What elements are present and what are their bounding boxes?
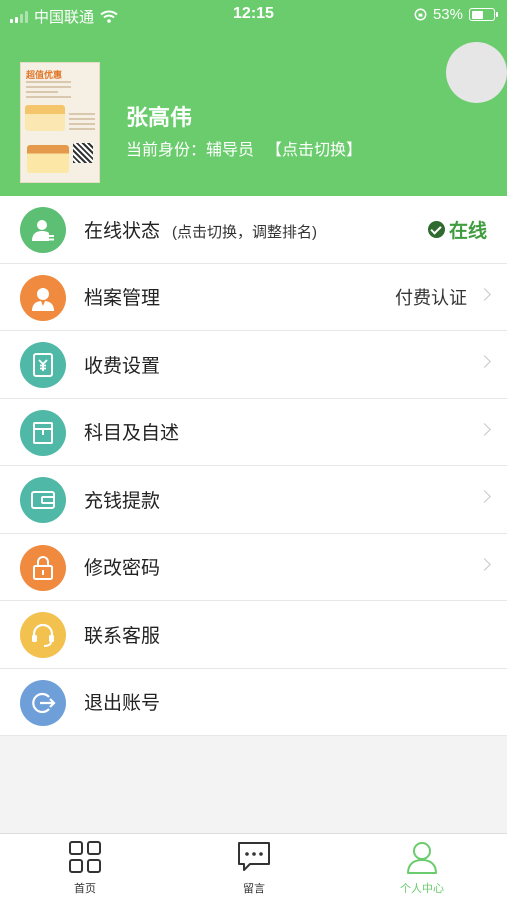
user-name: 张高伟 (126, 105, 193, 130)
tab-home[interactable]: 首页 (35, 840, 135, 896)
profile-file-icon (20, 274, 66, 321)
menu-label: 科目及自述 (84, 423, 180, 445)
online-status-toggle[interactable]: 在线 (427, 216, 487, 243)
user-role-row: 当前身份：辅导员 【点击切换】 (126, 136, 362, 160)
switch-role-button[interactable]: 【点击切换】 (266, 136, 362, 160)
menu-item-wallet[interactable]: 充钱提款 (0, 466, 507, 534)
menu-item-logout[interactable]: 退出账号 (0, 669, 507, 736)
menu-hint: (点击切换，调整排名) (172, 223, 318, 241)
battery-percent: 53% (432, 6, 463, 23)
menu-item-change-password[interactable]: 修改密码 (0, 534, 507, 601)
chevron-right-icon (478, 422, 491, 436)
role-label: 当前身份： (126, 142, 207, 159)
tab-messages[interactable]: 留言 (204, 840, 304, 896)
settings-menu: 在线状态 (点击切换，调整排名) 在线 档案管理 付费认证 收费设置 科目及自述… (0, 196, 507, 736)
orientation-lock-icon (414, 8, 427, 21)
poster-title: 超值优惠 (26, 70, 63, 80)
check-circle-icon (427, 220, 445, 238)
subject-book-icon (20, 409, 66, 456)
battery-icon (469, 8, 498, 21)
headset-icon (20, 612, 66, 658)
lock-icon (20, 544, 66, 591)
qr-code-icon (73, 143, 93, 163)
paid-certification-label: 付费认证 (395, 287, 467, 308)
message-bubble-icon (238, 842, 270, 871)
chevron-right-icon (478, 287, 491, 301)
chevron-right-icon (478, 490, 491, 503)
menu-label: 充钱提款 (84, 490, 161, 512)
tab-label: 留言 (243, 883, 265, 895)
menu-item-profile-management[interactable]: 档案管理 付费认证 (0, 264, 507, 331)
tab-label: 首页 (74, 883, 96, 895)
online-status-text: 在线 (448, 220, 487, 242)
role-value: 辅导员 (206, 142, 255, 159)
status-bar: 中国联通 12:15 53% (0, 0, 507, 30)
menu-label: 在线状态 (84, 220, 161, 242)
promo-poster-image[interactable]: 超值优惠 (20, 62, 100, 183)
logout-icon (20, 679, 66, 726)
person-icon (407, 842, 437, 874)
grid-home-icon (69, 841, 101, 873)
tab-profile[interactable]: 个人中心 (372, 840, 472, 896)
menu-item-customer-service[interactable]: 联系客服 (0, 601, 507, 669)
menu-label: 收费设置 (84, 355, 161, 377)
menu-label: 修改密码 (84, 558, 161, 580)
menu-item-subjects[interactable]: 科目及自述 (0, 399, 507, 466)
profile-header: 中国联通 12:15 53% 超值优惠 张高伟 当前身份：辅导员 【点击切换】 (0, 0, 507, 196)
fee-settings-icon (20, 342, 66, 388)
tab-label: 个人中心 (400, 883, 444, 895)
chevron-right-icon (478, 355, 491, 368)
menu-label: 联系客服 (84, 625, 161, 647)
chevron-right-icon (478, 557, 491, 571)
bottom-tab-bar: 首页 留言 个人中心 (0, 833, 507, 900)
avatar[interactable] (446, 42, 507, 103)
user-status-icon (20, 207, 66, 253)
menu-item-fee-settings[interactable]: 收费设置 (0, 331, 507, 399)
wallet-icon (20, 477, 66, 523)
menu-item-online-status[interactable]: 在线状态 (点击切换，调整排名) 在线 (0, 196, 507, 264)
menu-label: 档案管理 (84, 288, 161, 310)
menu-label: 退出账号 (84, 693, 161, 715)
